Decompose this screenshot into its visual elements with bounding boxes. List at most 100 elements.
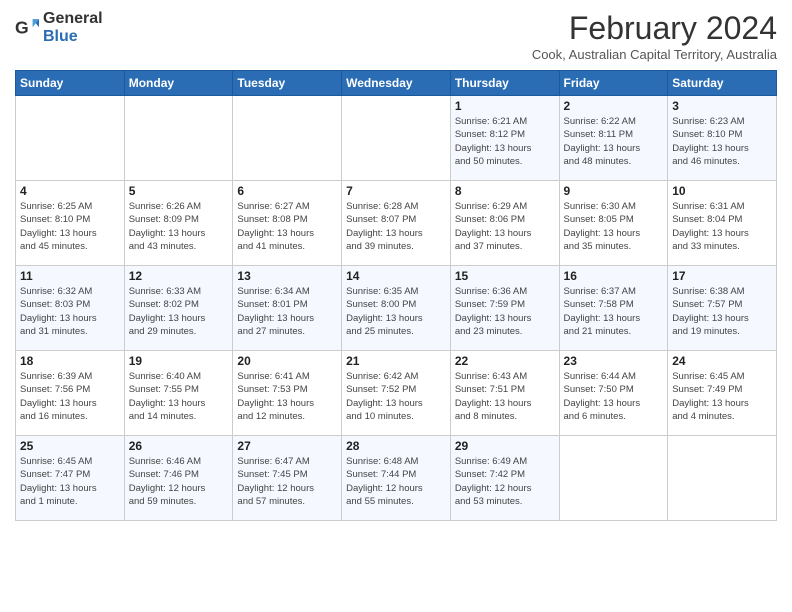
logo-blue-text: Blue — [43, 28, 103, 46]
day-info: Sunrise: 6:21 AM Sunset: 8:12 PM Dayligh… — [455, 115, 555, 168]
day-cell: 14 Sunrise: 6:35 AM Sunset: 8:00 PM Dayli… — [342, 266, 451, 351]
day-cell — [559, 436, 668, 521]
day-info: Sunrise: 6:26 AM Sunset: 8:09 PM Dayligh… — [129, 200, 229, 253]
day-info: Sunrise: 6:46 AM Sunset: 7:46 PM Dayligh… — [129, 455, 229, 508]
day-info: Sunrise: 6:47 AM Sunset: 7:45 PM Dayligh… — [237, 455, 337, 508]
day-info: Sunrise: 6:36 AM Sunset: 7:59 PM Dayligh… — [455, 285, 555, 338]
day-info: Sunrise: 6:37 AM Sunset: 7:58 PM Dayligh… — [564, 285, 664, 338]
day-info: Sunrise: 6:29 AM Sunset: 8:06 PM Dayligh… — [455, 200, 555, 253]
day-number: 13 — [237, 269, 337, 283]
day-info: Sunrise: 6:27 AM Sunset: 8:08 PM Dayligh… — [237, 200, 337, 253]
calendar-subtitle: Cook, Australian Capital Territory, Aust… — [532, 47, 777, 62]
day-number: 29 — [455, 439, 555, 453]
day-cell: 24Sunrise: 6:45 AM Sunset: 7:49 PM Dayli… — [668, 351, 777, 436]
day-cell — [124, 96, 233, 181]
day-number: 12 — [129, 269, 229, 283]
day-cell — [668, 436, 777, 521]
day-number: 21 — [346, 354, 446, 368]
day-cell: 8 Sunrise: 6:29 AM Sunset: 8:06 PM Daylig… — [450, 181, 559, 266]
day-number: 3 — [672, 99, 772, 113]
header-row: Sunday Monday Tuesday Wednesday Thursday… — [16, 71, 777, 96]
day-cell: 17Sunrise: 6:38 AM Sunset: 7:57 PM Dayli… — [668, 266, 777, 351]
day-number: 20 — [237, 354, 337, 368]
day-cell: 12 Sunrise: 6:33 AM Sunset: 8:02 PM Dayli… — [124, 266, 233, 351]
day-info: Sunrise: 6:34 AM Sunset: 8:01 PM Dayligh… — [237, 285, 337, 338]
day-number: 4 — [20, 184, 120, 198]
day-cell: 28 Sunrise: 6:48 AM Sunset: 7:44 PM Dayli… — [342, 436, 451, 521]
day-number: 14 — [346, 269, 446, 283]
day-cell: 25Sunrise: 6:45 AM Sunset: 7:47 PM Dayli… — [16, 436, 125, 521]
week-row-2: 4 Sunrise: 6:25 AM Sunset: 8:10 PM Daylig… — [16, 181, 777, 266]
title-block: February 2024 Cook, Australian Capital T… — [532, 10, 777, 62]
col-sunday: Sunday — [16, 71, 125, 96]
day-cell: 10Sunrise: 6:31 AM Sunset: 8:04 PM Dayli… — [668, 181, 777, 266]
calendar-page: G General Blue February 2024 Cook, Austr… — [0, 0, 792, 612]
day-number: 2 — [564, 99, 664, 113]
col-monday: Monday — [124, 71, 233, 96]
day-cell: 5 Sunrise: 6:26 AM Sunset: 8:09 PM Daylig… — [124, 181, 233, 266]
day-cell: 4 Sunrise: 6:25 AM Sunset: 8:10 PM Daylig… — [16, 181, 125, 266]
day-cell: 11Sunrise: 6:32 AM Sunset: 8:03 PM Dayli… — [16, 266, 125, 351]
day-cell: 21 Sunrise: 6:42 AM Sunset: 7:52 PM Dayli… — [342, 351, 451, 436]
day-info: Sunrise: 6:22 AM Sunset: 8:11 PM Dayligh… — [564, 115, 664, 168]
col-wednesday: Wednesday — [342, 71, 451, 96]
calendar-header: Sunday Monday Tuesday Wednesday Thursday… — [16, 71, 777, 96]
week-row-5: 25Sunrise: 6:45 AM Sunset: 7:47 PM Dayli… — [16, 436, 777, 521]
day-info: Sunrise: 6:44 AM Sunset: 7:50 PM Dayligh… — [564, 370, 664, 423]
day-number: 27 — [237, 439, 337, 453]
calendar-table: Sunday Monday Tuesday Wednesday Thursday… — [15, 70, 777, 521]
day-cell — [233, 96, 342, 181]
day-number: 9 — [564, 184, 664, 198]
day-number: 6 — [237, 184, 337, 198]
day-cell — [16, 96, 125, 181]
day-cell: 27 Sunrise: 6:47 AM Sunset: 7:45 PM Dayli… — [233, 436, 342, 521]
day-cell: 9 Sunrise: 6:30 AM Sunset: 8:05 PM Daylig… — [559, 181, 668, 266]
day-number: 16 — [564, 269, 664, 283]
col-thursday: Thursday — [450, 71, 559, 96]
day-info: Sunrise: 6:42 AM Sunset: 7:52 PM Dayligh… — [346, 370, 446, 423]
day-number: 10 — [672, 184, 772, 198]
day-cell: 23 Sunrise: 6:44 AM Sunset: 7:50 PM Dayli… — [559, 351, 668, 436]
day-info: Sunrise: 6:35 AM Sunset: 8:00 PM Dayligh… — [346, 285, 446, 338]
col-friday: Friday — [559, 71, 668, 96]
day-info: Sunrise: 6:25 AM Sunset: 8:10 PM Dayligh… — [20, 200, 120, 253]
day-number: 28 — [346, 439, 446, 453]
day-cell: 13 Sunrise: 6:34 AM Sunset: 8:01 PM Dayli… — [233, 266, 342, 351]
day-cell: 3 Sunrise: 6:23 AM Sunset: 8:10 PM Daylig… — [668, 96, 777, 181]
day-cell: 20 Sunrise: 6:41 AM Sunset: 7:53 PM Dayli… — [233, 351, 342, 436]
logo-general-text: General — [43, 10, 103, 28]
logo: G General Blue — [15, 10, 103, 45]
day-number: 7 — [346, 184, 446, 198]
logo-text: General Blue — [43, 10, 103, 45]
calendar-body: 1 Sunrise: 6:21 AM Sunset: 8:12 PM Daylig… — [16, 96, 777, 521]
day-info: Sunrise: 6:43 AM Sunset: 7:51 PM Dayligh… — [455, 370, 555, 423]
day-info: Sunrise: 6:45 AM Sunset: 7:49 PM Dayligh… — [672, 370, 772, 423]
day-info: Sunrise: 6:38 AM Sunset: 7:57 PM Dayligh… — [672, 285, 772, 338]
day-info: Sunrise: 6:30 AM Sunset: 8:05 PM Dayligh… — [564, 200, 664, 253]
day-number: 26 — [129, 439, 229, 453]
day-info: Sunrise: 6:48 AM Sunset: 7:44 PM Dayligh… — [346, 455, 446, 508]
day-cell: 1 Sunrise: 6:21 AM Sunset: 8:12 PM Daylig… — [450, 96, 559, 181]
day-number: 23 — [564, 354, 664, 368]
day-number: 8 — [455, 184, 555, 198]
day-cell: 18Sunrise: 6:39 AM Sunset: 7:56 PM Dayli… — [16, 351, 125, 436]
day-info: Sunrise: 6:41 AM Sunset: 7:53 PM Dayligh… — [237, 370, 337, 423]
day-cell: 15 Sunrise: 6:36 AM Sunset: 7:59 PM Dayli… — [450, 266, 559, 351]
day-number: 22 — [455, 354, 555, 368]
day-info: Sunrise: 6:33 AM Sunset: 8:02 PM Dayligh… — [129, 285, 229, 338]
day-cell: 6 Sunrise: 6:27 AM Sunset: 8:08 PM Daylig… — [233, 181, 342, 266]
col-tuesday: Tuesday — [233, 71, 342, 96]
day-number: 15 — [455, 269, 555, 283]
day-cell: 22 Sunrise: 6:43 AM Sunset: 7:51 PM Dayli… — [450, 351, 559, 436]
day-number: 1 — [455, 99, 555, 113]
day-cell: 2 Sunrise: 6:22 AM Sunset: 8:11 PM Daylig… — [559, 96, 668, 181]
day-cell: 26 Sunrise: 6:46 AM Sunset: 7:46 PM Dayli… — [124, 436, 233, 521]
logo-icon: G — [15, 16, 39, 40]
day-info: Sunrise: 6:23 AM Sunset: 8:10 PM Dayligh… — [672, 115, 772, 168]
day-cell: 29Sunrise: 6:49 AM Sunset: 7:42 PM Dayli… — [450, 436, 559, 521]
day-cell: 16 Sunrise: 6:37 AM Sunset: 7:58 PM Dayli… — [559, 266, 668, 351]
day-number: 5 — [129, 184, 229, 198]
week-row-1: 1 Sunrise: 6:21 AM Sunset: 8:12 PM Daylig… — [16, 96, 777, 181]
day-number: 19 — [129, 354, 229, 368]
day-number: 18 — [20, 354, 120, 368]
